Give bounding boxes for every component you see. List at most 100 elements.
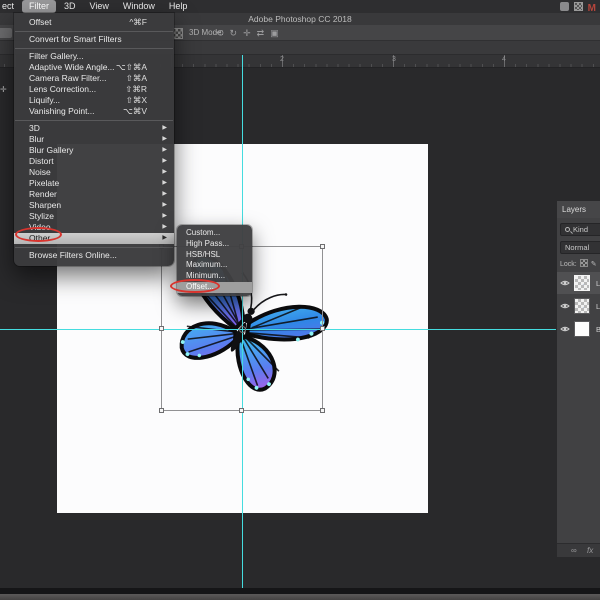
blend-mode-dropdown[interactable]: Normal xyxy=(560,241,600,254)
menu-item-label: Noise xyxy=(29,167,51,177)
transform-reference-point[interactable] xyxy=(238,325,246,333)
menu-item-3d[interactable]: 3D ▶ xyxy=(14,123,174,134)
layer-visibility-icon[interactable] xyxy=(560,279,570,287)
menubar-item-filter[interactable]: Filter xyxy=(22,0,57,13)
layers-tab[interactable]: Layers xyxy=(557,201,600,218)
menu-shortcut: ⌥⇧⌘A xyxy=(115,62,147,72)
menu-item-distort[interactable]: Distort ▶ xyxy=(14,156,174,167)
submenu-item-maximum[interactable]: Maximum... xyxy=(177,260,252,271)
checkerboard-icon[interactable] xyxy=(573,2,583,11)
transform-handle-bottom-mid[interactable] xyxy=(239,408,244,413)
lock-pixels-icon[interactable]: ✎ xyxy=(591,261,597,268)
menubar-item-3d[interactable]: 3D xyxy=(57,0,83,13)
layer-row[interactable]: B xyxy=(557,318,600,340)
menu-item-label: Convert for Smart Filters xyxy=(29,34,122,44)
menu-item-adaptive-wide-angle[interactable]: Adaptive Wide Angle... ⌥⇧⌘A xyxy=(14,62,174,73)
submenu-arrow-icon: ▶ xyxy=(162,158,167,164)
submenu-arrow-icon: ▶ xyxy=(162,235,167,241)
menubar-item-select-partial[interactable]: ect xyxy=(0,0,21,13)
menubar-item-view[interactable]: View xyxy=(83,0,116,13)
layer-row[interactable]: L xyxy=(557,295,600,317)
menu-item-render[interactable]: Render ▶ xyxy=(14,189,174,200)
submenu-arrow-icon: ▶ xyxy=(162,202,167,208)
submenu-arrow-icon: ▶ xyxy=(162,180,167,186)
submenu-item-hsb-hsl[interactable]: HSB/HSL xyxy=(177,250,252,261)
submenu-arrow-icon: ▶ xyxy=(162,147,167,153)
layer-row[interactable]: L xyxy=(557,272,600,294)
transform-handle-bottom-right[interactable] xyxy=(320,408,325,413)
transform-handle-mid-right[interactable] xyxy=(320,325,325,331)
submenu-item-custom[interactable]: Custom... xyxy=(177,228,252,239)
submenu-arrow-icon: ▶ xyxy=(162,169,167,175)
layer-thumbnail[interactable] xyxy=(574,275,590,291)
transform-handle-mid-left[interactable] xyxy=(159,325,164,331)
layer-name[interactable]: L xyxy=(596,279,600,288)
submenu-arrow-icon: ▶ xyxy=(162,125,167,131)
menu-item-label: Sharpen xyxy=(29,200,62,210)
submenu-arrow-icon: ▶ xyxy=(162,136,167,142)
menu-item-browse-filters-online[interactable]: Browse Filters Online... xyxy=(14,250,174,261)
menu-item-label: Camera Raw Filter... xyxy=(29,73,107,83)
menu-item-label: Blur xyxy=(29,134,45,144)
menu-item-convert-smart-filters[interactable]: Convert for Smart Filters xyxy=(14,34,174,45)
lock-transparency-icon[interactable] xyxy=(579,259,588,267)
tool-preset-icon[interactable] xyxy=(0,28,12,38)
menu-item-label: Pixelate xyxy=(29,178,60,188)
menu-shortcut: ⌥⌘V xyxy=(123,106,147,116)
transform-handle-bottom-left[interactable] xyxy=(159,408,164,413)
menubar-status-icon[interactable] xyxy=(559,2,569,11)
link-layers-icon[interactable]: ∞ xyxy=(571,544,577,557)
transform-handle-top-right[interactable] xyxy=(320,244,325,249)
layer-thumbnail[interactable] xyxy=(574,321,590,337)
kind-label: Kind xyxy=(573,225,589,234)
menu-item-stylize[interactable]: Stylize ▶ xyxy=(14,211,174,222)
m-logo-icon[interactable]: M xyxy=(588,2,596,14)
menu-item-liquify[interactable]: Liquify... ⇧⌘X xyxy=(14,95,174,106)
layer-fx-icon[interactable]: fx xyxy=(587,544,593,557)
menu-item-noise[interactable]: Noise ▶ xyxy=(14,167,174,178)
submenu-arrow-icon: ▶ xyxy=(162,224,167,230)
layer-name[interactable]: B xyxy=(596,325,600,334)
menu-item-vanishing-point[interactable]: Vanishing Point... ⌥⌘V xyxy=(14,106,174,117)
menu-item-lens-correction[interactable]: Lens Correction... ⇧⌘R xyxy=(14,84,174,95)
menu-item-label: Distort xyxy=(29,156,54,166)
menu-item-blur-gallery[interactable]: Blur Gallery ▶ xyxy=(14,145,174,156)
menu-item-sharpen[interactable]: Sharpen ▶ xyxy=(14,200,174,211)
menu-item-offset-recent[interactable]: Offset ^⌘F xyxy=(14,17,174,28)
menu-item-blur[interactable]: Blur ▶ xyxy=(14,134,174,145)
menu-item-label: Adaptive Wide Angle... xyxy=(29,62,115,72)
3d-camera-icon[interactable]: ▣ xyxy=(270,28,279,39)
menu-bar: ect Filter 3D View Window Help M xyxy=(0,0,600,14)
ruler-tick-label: 3 xyxy=(392,56,396,63)
3d-roll-icon[interactable]: ↻ xyxy=(230,28,238,39)
submenu-arrow-icon: ▶ xyxy=(162,213,167,219)
menu-item-pixelate[interactable]: Pixelate ▶ xyxy=(14,178,174,189)
menu-item-camera-raw-filter[interactable]: Camera Raw Filter... ⇧⌘A xyxy=(14,73,174,84)
layer-visibility-icon[interactable] xyxy=(560,302,570,310)
3d-slide-icon[interactable]: ⇄ xyxy=(257,28,265,39)
menubar-item-window[interactable]: Window xyxy=(116,0,162,13)
layer-thumbnail[interactable] xyxy=(574,298,590,314)
menu-separator xyxy=(15,246,173,248)
ruler-tick-label: 2 xyxy=(280,56,284,63)
menu-item-filter-gallery[interactable]: Filter Gallery... xyxy=(14,51,174,62)
layer-name[interactable]: L xyxy=(596,302,600,311)
3d-pan-icon[interactable]: ✛ xyxy=(243,28,251,39)
layer-visibility-icon[interactable] xyxy=(560,325,570,333)
red-circle-annotation-offset xyxy=(170,279,220,293)
menu-item-label: Browse Filters Online... xyxy=(29,250,117,260)
submenu-item-high-pass[interactable]: High Pass... xyxy=(177,239,252,250)
3d-orbit-icon[interactable]: ⟲ xyxy=(216,28,224,39)
menubar-item-help[interactable]: Help xyxy=(162,0,195,13)
menu-item-label: Liquify... xyxy=(29,95,61,105)
menu-shortcut: ^⌘F xyxy=(129,17,147,27)
photoshop-screen: ect Filter 3D View Window Help M Adobe P… xyxy=(0,0,600,600)
lock-label: Lock: xyxy=(560,261,577,268)
red-circle-annotation-other xyxy=(15,227,62,242)
layers-panel: Layers Kind Normal Lock: ✎ L L B ∞ fx xyxy=(557,201,600,557)
menu-separator xyxy=(15,30,173,32)
menu-item-label: Lens Correction... xyxy=(29,84,97,94)
layer-filter-kind-dropdown[interactable]: Kind xyxy=(560,223,600,236)
search-icon xyxy=(565,227,570,232)
submenu-arrow-icon: ▶ xyxy=(162,191,167,197)
